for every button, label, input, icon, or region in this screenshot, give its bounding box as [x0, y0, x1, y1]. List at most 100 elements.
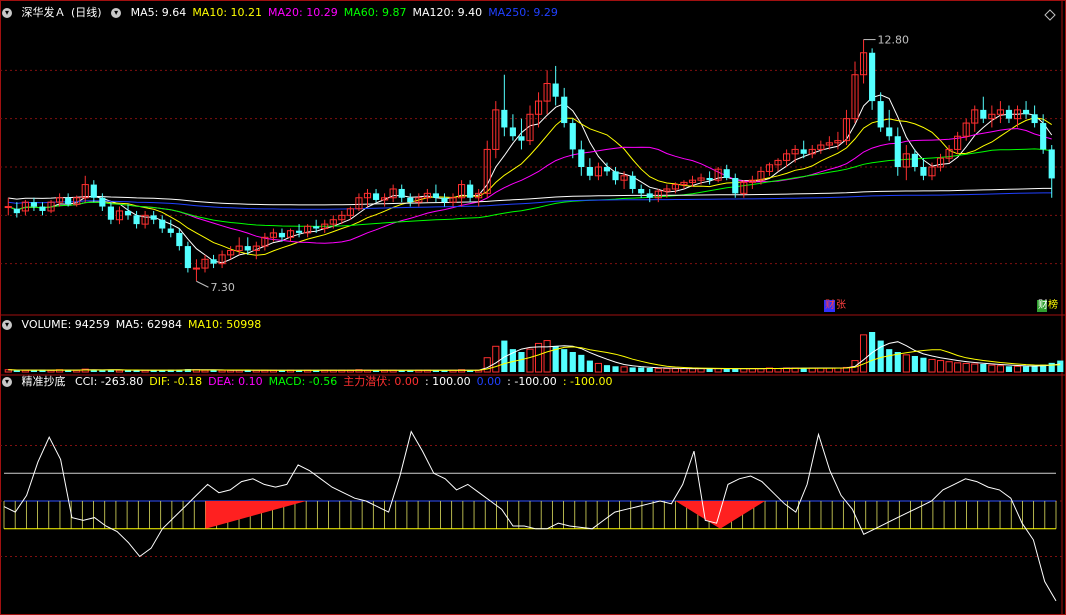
volume-bar [629, 367, 636, 372]
candle-body [467, 184, 474, 198]
volume-bar [569, 352, 576, 372]
stock-name: 深华发Ａ [21, 6, 66, 19]
candle-body [407, 197, 414, 203]
indicator-legend-item-7: : -100.00 [507, 375, 557, 388]
candle-body [90, 184, 97, 198]
candle-body [295, 230, 303, 233]
main-force-fill [675, 501, 766, 529]
candlestick-series [4, 39, 1055, 282]
price-annotations: 12.80 7.30 [196, 34, 910, 294]
indicator-legend-item-2: DEA: 0.10 [208, 375, 263, 388]
candle-body [210, 259, 217, 264]
candle-body [518, 136, 525, 141]
candle-body [1031, 114, 1038, 124]
ma-toggle-icon[interactable]: ▾ [111, 8, 122, 18]
candle-body [911, 153, 918, 167]
candle-body [313, 226, 320, 229]
ma-legend-item-0: MA5: 9.64 [130, 6, 187, 19]
volume-bar [492, 345, 500, 373]
ma-legend-item-3: MA60: 9.87 [343, 6, 407, 19]
candle-body [706, 177, 713, 181]
candle-body [894, 136, 901, 167]
volume-series [4, 332, 1064, 373]
candle-body [629, 175, 636, 189]
volume-bar [218, 369, 226, 373]
volume-panel-header: ▾ VOLUME: 94259 MA5: 62984 MA10: 50998 [2, 317, 273, 333]
candle-body [980, 109, 987, 119]
indicator-legend-item-1: DIF: -0.18 [149, 375, 203, 388]
volume-bar [1031, 365, 1038, 372]
ma-legend-item-2: MA20: 10.29 [268, 6, 338, 19]
volume-ma10-line [8, 346, 1061, 371]
volume-bar [945, 361, 953, 373]
volume-bar [13, 370, 20, 372]
volume-bar [859, 334, 868, 373]
volume-bar [980, 364, 987, 372]
volume-bar [1005, 366, 1013, 372]
candle-body [184, 246, 191, 269]
volume-bar [483, 357, 491, 373]
main-force-fill [205, 501, 307, 529]
stock-chart: 12.80 7.30 [0, 0, 1066, 615]
candle-body [886, 127, 893, 137]
volume-bar [877, 340, 884, 372]
ma-legend-item-4: MA120: 9.40 [412, 6, 483, 19]
volume-bar [1022, 366, 1030, 372]
candle-body [877, 101, 884, 128]
candle-body [4, 206, 12, 209]
high-label: 12.80 [878, 34, 910, 47]
volume-bar [928, 358, 936, 373]
candle-body [167, 228, 174, 233]
volume-bar [578, 354, 585, 372]
candle-body [920, 167, 927, 176]
candle-body [501, 109, 508, 128]
ma-legend-item-5: MA250: 9.29 [488, 6, 558, 19]
candle-body [372, 193, 380, 200]
volume-bar [115, 369, 124, 373]
candle-body [176, 232, 183, 247]
candle-body [124, 210, 132, 216]
indicator-legend-item-5: : 100.00 [424, 375, 471, 388]
candle-body [612, 171, 619, 181]
volume-bar [954, 362, 962, 373]
volume-bar [886, 349, 893, 372]
volume-bar [680, 368, 688, 373]
volume-legend-item-2: MA10: 50998 [187, 318, 262, 331]
candle-body [578, 149, 585, 167]
candle-body [99, 197, 106, 207]
volume-bar [612, 366, 619, 372]
indicator-legend-item-6: 0.00 [476, 375, 502, 388]
frame [0, 0, 1066, 615]
volume-bar [526, 348, 534, 373]
collapse-icon[interactable]: ▾ [2, 377, 12, 387]
event-badge[interactable]: 榜 [1047, 300, 1059, 312]
event-badge[interactable]: 张 [835, 300, 847, 312]
candle-body [39, 206, 46, 211]
volume-bar [201, 369, 209, 373]
candle-body [561, 96, 568, 124]
volume-bar [902, 354, 910, 373]
volume-bar [671, 368, 679, 373]
candle-body [1040, 123, 1047, 150]
period-label: (日线) [71, 6, 102, 19]
ma250-line [8, 192, 1052, 210]
price-panel-header: ▾ 深华发Ａ (日线) ▾ MA5: 9.64 MA10: 10.21 MA20: … [2, 5, 570, 21]
collapse-icon[interactable]: ▾ [2, 8, 12, 18]
ma-legend: MA5: 9.64 MA10: 10.21 MA20: 10.29 MA60: 9.8… [131, 6, 564, 19]
candle-body [398, 188, 405, 198]
candle-body [509, 127, 516, 137]
candle-body [869, 52, 876, 102]
volume-bar [1013, 365, 1022, 373]
candle-body [552, 83, 559, 97]
volume-bar [920, 357, 927, 372]
volume-legend-item-0: VOLUME: 94259 [21, 318, 110, 331]
candle-body [603, 167, 611, 172]
collapse-icon[interactable]: ▾ [2, 320, 12, 330]
volume-bar [518, 352, 525, 372]
volume-bar [594, 362, 603, 373]
candle-body [30, 202, 38, 207]
candle-body [150, 215, 157, 220]
volume-bar [996, 365, 1004, 373]
volume-bar [936, 360, 945, 373]
candle-body [800, 149, 807, 154]
